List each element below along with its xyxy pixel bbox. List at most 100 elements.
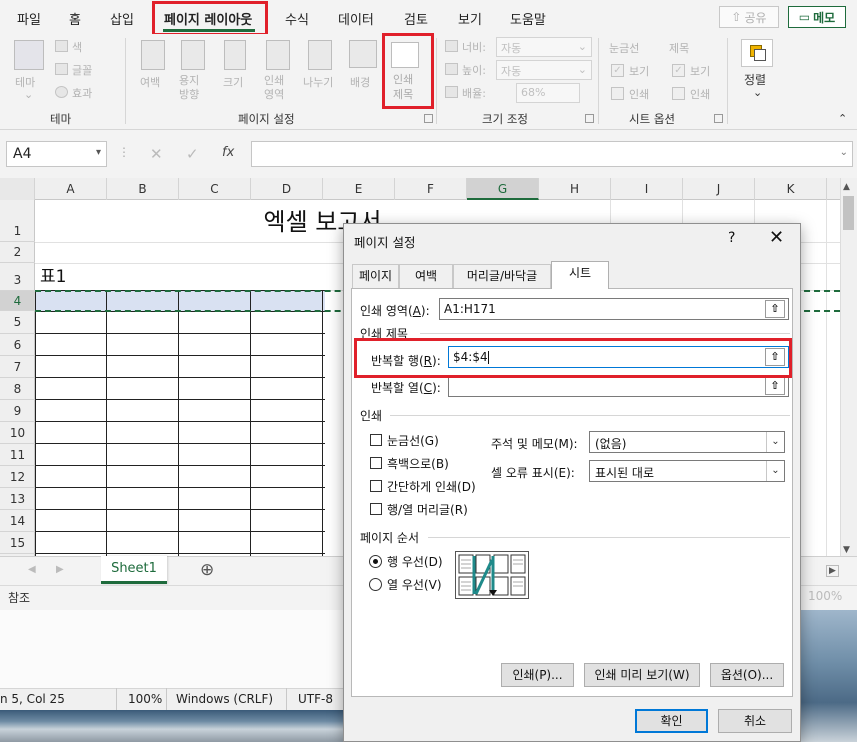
print-area-input[interactable]: A1:H171 [439,298,789,320]
column-header[interactable]: D [251,178,323,200]
size-icon[interactable] [224,40,246,70]
column-header[interactable]: A [35,178,107,200]
tab-view[interactable]: 보기 [458,9,482,28]
next-sheet-icon[interactable]: ▶ [56,564,64,575]
print-area-icon[interactable] [266,40,290,70]
print-button[interactable]: 인쇄(P)... [501,663,574,687]
column-header[interactable]: E [323,178,395,200]
columns-to-repeat-input[interactable] [448,375,789,397]
print-preview-button[interactable]: 인쇄 미리 보기(W) [584,663,700,687]
gridlines-checkbox[interactable] [370,434,382,446]
name-box[interactable]: A4 ▾ [6,141,107,167]
margins-icon[interactable] [141,40,165,70]
orientation-icon[interactable] [181,40,205,70]
ok-button[interactable]: 확인 [635,709,708,733]
cancel-icon[interactable]: ✕ [150,145,163,163]
scale-launcher-icon[interactable] [585,114,594,123]
sheet-options-launcher-icon[interactable] [714,114,723,123]
row-header[interactable]: 7 [0,356,35,378]
theme-colors-button[interactable]: 색 [72,39,82,55]
down-then-over-radio[interactable] [369,555,382,568]
comments-select[interactable]: (없음) ⌄ [589,431,785,453]
prev-sheet-icon[interactable]: ◀ [28,564,36,575]
dialog-tab-sheet[interactable]: 시트 [551,261,609,289]
tab-review[interactable]: 검토 [404,9,428,28]
column-header[interactable]: F [395,178,467,200]
dialog-tab-margins[interactable]: 여백 [399,264,453,288]
row-col-headings-checkbox[interactable] [370,503,382,515]
share-button[interactable]: ⇧ 공유 [719,6,779,28]
column-header[interactable]: G [467,178,539,200]
arrange-icon[interactable] [741,39,773,67]
tab-home[interactable]: 홈 [69,9,81,28]
background-icon[interactable] [349,40,377,68]
row-header[interactable]: 11 [0,444,35,466]
tab-file[interactable]: 파일 [17,9,41,28]
tab-insert[interactable]: 삽입 [110,9,134,28]
table-label-cell[interactable]: 표1 [40,262,66,287]
background-button[interactable]: 배경 [350,74,370,90]
breaks-icon[interactable] [308,40,332,70]
scroll-down-icon[interactable]: ▼ [843,545,850,555]
zoom-level[interactable]: 100% [808,589,842,603]
size-button[interactable]: 크기 [223,74,243,90]
theme-fonts-button[interactable]: 글꼴 [72,62,92,78]
options-button[interactable]: 옵션(O)... [710,663,784,687]
collapse-dialog-icon[interactable]: ⇧ [765,300,785,318]
gridlines-view-checkbox[interactable]: ✓ [611,64,624,77]
scroll-up-icon[interactable]: ▲ [843,182,850,192]
black-white-checkbox[interactable] [370,457,382,469]
breaks-button[interactable]: 나누기 [303,74,333,90]
help-icon[interactable]: ? [728,230,735,246]
row-header[interactable]: 8 [0,378,35,400]
scroll-right-icon[interactable]: ▶ [826,565,839,577]
tab-data[interactable]: 데이터 [338,9,374,28]
height-dropdown[interactable]: 자동 ⌄ [496,60,592,80]
tab-help[interactable]: 도움말 [510,9,546,28]
row-header[interactable]: 5 [0,311,35,334]
cell-errors-select[interactable]: 표시된 대로 ⌄ [589,460,785,482]
dialog-tab-header-footer[interactable]: 머리글/바닥글 [453,264,551,288]
row-header[interactable]: 12 [0,466,35,488]
row-header[interactable]: 9 [0,400,35,422]
row-header[interactable]: 14 [0,510,35,532]
row-header[interactable]: 6 [0,334,35,356]
column-header[interactable]: B [107,178,179,200]
row-header[interactable]: 1 [0,200,35,242]
gridlines-print-checkbox[interactable] [611,87,624,100]
column-header[interactable]: J [683,178,755,200]
print-area-button[interactable]: 인쇄 영역 [264,74,284,102]
width-dropdown[interactable]: 자동 ⌄ [496,37,592,57]
over-then-down-radio[interactable] [369,578,382,591]
row-header[interactable]: 10 [0,422,35,444]
theme-effects-button[interactable]: 효과 [72,85,92,101]
vertical-scrollbar[interactable] [840,178,857,560]
themes-icon[interactable] [14,40,44,70]
insert-function-icon[interactable]: fx [222,145,234,160]
row-header[interactable]: 4 [0,291,35,311]
enter-icon[interactable]: ✓ [186,145,199,163]
column-header[interactable]: K [755,178,827,200]
scale-spinner[interactable]: 68% [516,83,580,103]
dialog-tab-page[interactable]: 페이지 [352,264,399,288]
select-all-button[interactable] [0,178,35,200]
column-header[interactable]: I [611,178,683,200]
collapse-dialog-icon[interactable]: ⇧ [765,377,785,395]
column-header[interactable]: C [179,178,251,200]
headings-view-checkbox[interactable]: ✓ [672,64,685,77]
column-header[interactable]: H [539,178,611,200]
add-sheet-icon[interactable]: ⊕ [200,560,214,580]
formula-input[interactable]: ⌄ [251,141,853,167]
headings-print-checkbox[interactable] [672,87,685,100]
row-header[interactable]: 13 [0,488,35,510]
row-header[interactable]: 2 [0,242,35,263]
page-setup-launcher-icon[interactable] [424,114,433,123]
row-header[interactable]: 15 [0,532,35,554]
row-header[interactable]: 3 [0,263,35,291]
cancel-button[interactable]: 취소 [718,709,792,733]
collapse-ribbon-icon[interactable]: ⌃ [838,112,847,125]
draft-quality-checkbox[interactable] [370,480,382,492]
tab-formulas[interactable]: 수식 [285,9,309,28]
orientation-button[interactable]: 용지 방향 [179,74,199,102]
sheet-tab[interactable]: Sheet1 [101,556,167,584]
